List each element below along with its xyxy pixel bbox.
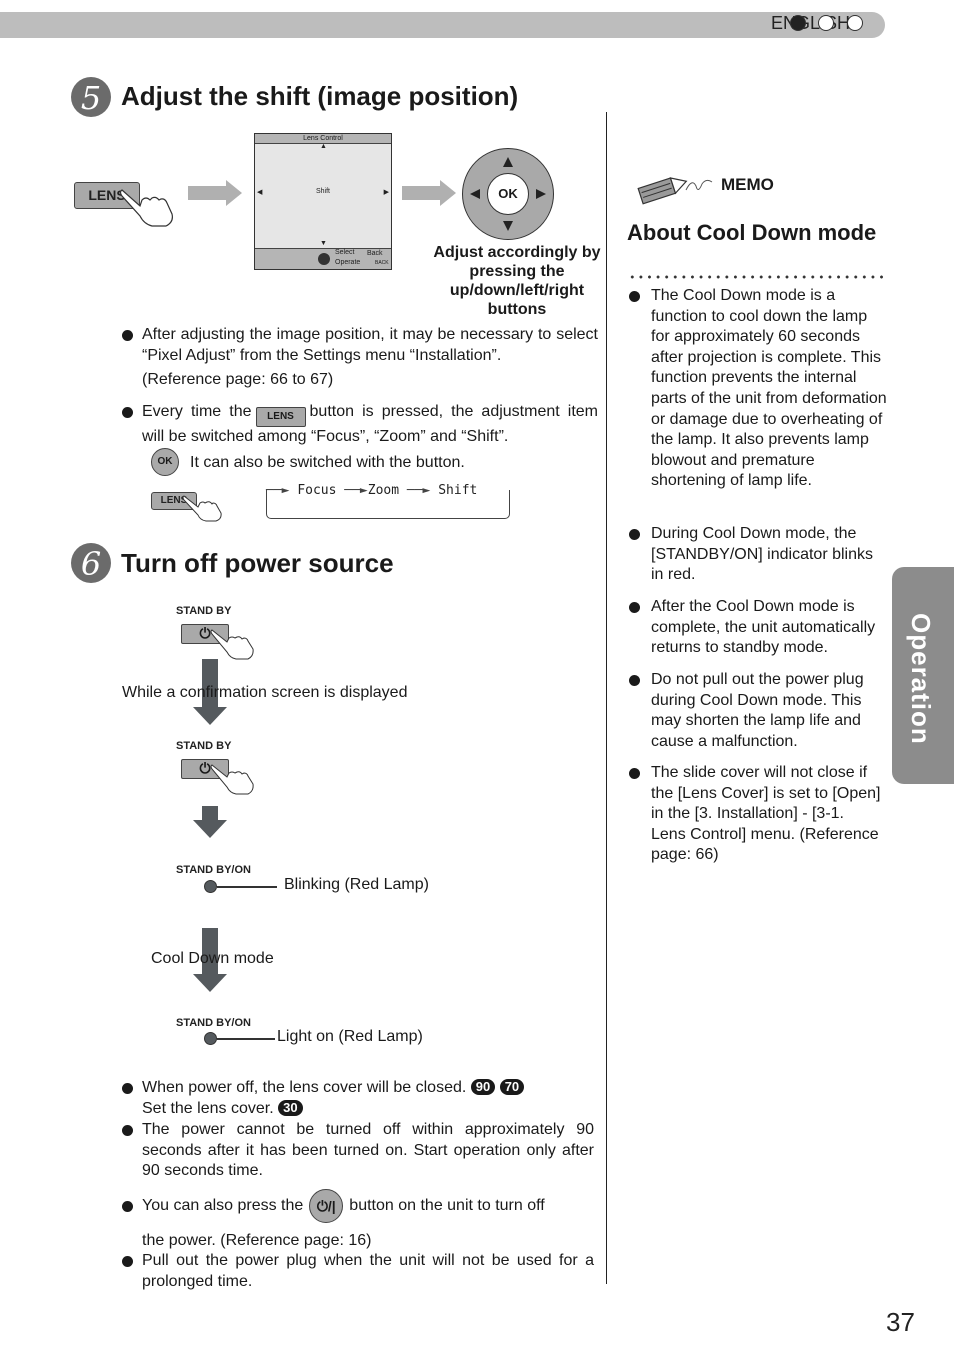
pointing-hand-icon (119, 189, 173, 227)
memo-pencil-icon (637, 177, 713, 205)
flow-down-arrow-head (193, 820, 227, 838)
indicator-lamp-icon (204, 880, 217, 893)
indicator-state-blinking: Blinking (Red Lamp) (284, 876, 429, 893)
standby-label: STAND BY (176, 740, 232, 752)
screen-footer: Select Operate Back BACK (255, 248, 391, 269)
up-indicator-icon: ▲ (320, 143, 327, 150)
column-divider (606, 112, 607, 1284)
ok-button-small: OK (151, 448, 179, 476)
leader-line (217, 886, 277, 888)
ok-note: It can also be switched with the button. (190, 454, 465, 471)
down-indicator-icon: ▼ (320, 240, 327, 247)
up-arrow-icon (503, 157, 513, 167)
language-dot-active (790, 15, 806, 31)
header-bar (0, 12, 885, 38)
power-icon: ⏻ (199, 760, 211, 776)
memo-label: MEMO (721, 175, 774, 194)
page-number: 37 (886, 1307, 915, 1337)
lens-switch-note: Every time the LENS button is pressed, the… (142, 403, 598, 445)
operate-hint: Operate (335, 259, 361, 266)
language-dot (818, 15, 834, 31)
flow-down-arrow-head (193, 707, 227, 725)
pointing-hand-icon (210, 629, 254, 660)
power-delay-note: The power cannot be turned off within ap… (142, 1121, 594, 1179)
cycle-sequence: ──► Focus ──►Zoom ──► Shift (266, 483, 478, 498)
memo-bullet: Do not pull out the power plug during Co… (651, 671, 864, 750)
pixel-adjust-note: After adjusting the image position, it m… (142, 326, 598, 364)
indicator-lamp-icon (204, 1032, 217, 1045)
model-badge: 70 (499, 1079, 525, 1095)
model-badge: 90 (470, 1079, 496, 1095)
indicator-label: STAND BY/ON (176, 1017, 251, 1029)
memo-bullet: After the Cool Down mode is complete, th… (651, 598, 876, 657)
step-number-6: 6 (71, 543, 111, 583)
bullet (122, 1125, 133, 1136)
bullet (122, 1201, 133, 1212)
right-arrow-icon (536, 189, 546, 199)
bullet (122, 1256, 133, 1267)
step-number-5: 5 (71, 77, 111, 117)
standby-label: STAND BY (176, 605, 232, 617)
language-dot (847, 15, 863, 31)
step5-title: Adjust the shift (image position) (121, 81, 519, 111)
step6-title: Turn off power source (121, 548, 394, 578)
bullet (629, 291, 640, 302)
memo-bullet: During Cool Down mode, the [STANDBY/ON] … (651, 525, 873, 584)
bullet (122, 1083, 133, 1094)
lens-control-screen: Lens Control ▲ ◀ ▶ Shift ▼ Select Operat… (254, 133, 392, 270)
flow-down-arrow-head (193, 974, 227, 992)
language-label: ENGLISH (770, 13, 850, 33)
bullet (629, 602, 640, 613)
cooldown-text: Cool Down mode (151, 950, 274, 967)
memo-bullet: The slide cover will not close if the [L… (651, 764, 881, 864)
leader-line (217, 1038, 275, 1040)
unit-power-button-reference: the power. (Reference page: 16) (142, 1232, 372, 1249)
select-hint: Select (335, 249, 355, 256)
flow-arrow-icon (188, 180, 242, 206)
bullet (629, 768, 640, 779)
power-icon: ⏻ (199, 625, 211, 641)
indicator-state-on: Light on (Red Lamp) (277, 1028, 423, 1045)
pointing-hand-icon (182, 495, 222, 522)
cycle-shift: Shift (438, 483, 478, 498)
pointing-hand-icon (210, 764, 254, 795)
unit-power-button-note: You can also press the ⏻/| button on the u… (142, 1189, 594, 1223)
unit-power-button-icon: ⏻/| (309, 1189, 344, 1223)
down-arrow-icon (503, 221, 513, 231)
left-arrow-icon (470, 189, 480, 199)
dial-icon (318, 253, 330, 265)
bullet (122, 330, 133, 341)
screen-center-label: Shift (315, 188, 330, 195)
bullet (122, 407, 133, 418)
memo-title: About Cool Down mode (627, 220, 877, 245)
back-hint: Back (367, 250, 383, 257)
section-tab-operation: Operation (892, 567, 954, 784)
confirmation-text: While a confirmation screen is displayed (122, 684, 408, 701)
dpad-caption: Adjust accordingly by pressing the up/do… (433, 244, 601, 318)
flow-arrow-icon (402, 180, 456, 206)
bullet (629, 529, 640, 540)
lens-cover-note: When power off, the lens cover will be c… (142, 1078, 602, 1119)
reference-note: (Reference page: 66 to 67) (142, 371, 334, 388)
ok-button: OK (487, 173, 529, 215)
cycle-focus: Focus (297, 483, 337, 498)
power-plug-note: Pull out the power plug when the unit wi… (142, 1252, 594, 1290)
model-badge: 30 (278, 1099, 303, 1116)
indicator-label: STAND BY/ON (176, 864, 251, 876)
lens-button-inline: LENS (255, 407, 306, 427)
section-tab-label: Operation (906, 613, 936, 745)
dpad: OK (462, 148, 554, 240)
bullet (629, 675, 640, 686)
flow-down-arrow-icon (202, 806, 218, 820)
memo-bullet: The Cool Down mode is a function to cool… (651, 287, 887, 490)
cycle-zoom: Zoom (367, 483, 400, 498)
back-key-label: BACK (375, 260, 389, 266)
dotted-divider (628, 275, 886, 279)
